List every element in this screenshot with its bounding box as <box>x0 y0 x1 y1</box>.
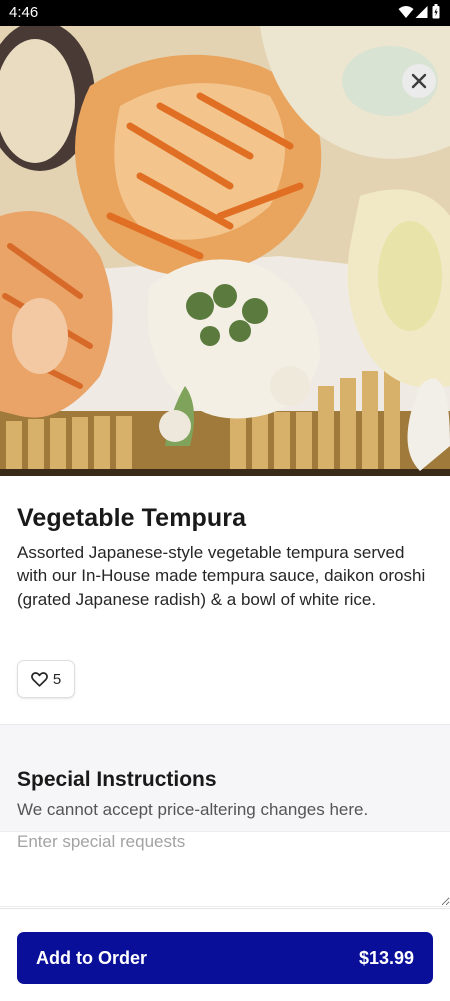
tempura-image <box>0 26 450 476</box>
special-instructions-title: Special Instructions <box>17 768 217 791</box>
bottom-bar: Add to Order $13.99 <box>0 908 450 1001</box>
signal-icon <box>415 6 428 18</box>
status-time: 4:46 <box>9 4 39 21</box>
order-price: $13.99 <box>358 947 414 968</box>
item-photo <box>0 26 450 476</box>
status-bar: 4:46 <box>0 0 450 26</box>
battery-icon <box>432 4 440 19</box>
heart-icon <box>30 671 48 687</box>
wifi-icon <box>398 6 414 18</box>
special-instructions-section: Special Instructions We cannot accept pr… <box>0 725 450 831</box>
close-button[interactable] <box>402 64 436 98</box>
like-count: 5 <box>52 670 62 688</box>
like-button[interactable]: 5 <box>17 660 75 698</box>
item-description: Assorted Japanese-style vegetable tempur… <box>17 543 426 609</box>
special-instructions-subtitle: We cannot accept price-altering changes … <box>17 800 369 819</box>
close-icon <box>411 73 427 89</box>
add-to-order-button[interactable]: Add to Order $13.99 <box>17 932 433 984</box>
special-requests-input[interactable] <box>0 831 450 907</box>
item-title: Vegetable Tempura <box>17 504 247 532</box>
add-to-order-label: Add to Order <box>36 947 147 968</box>
